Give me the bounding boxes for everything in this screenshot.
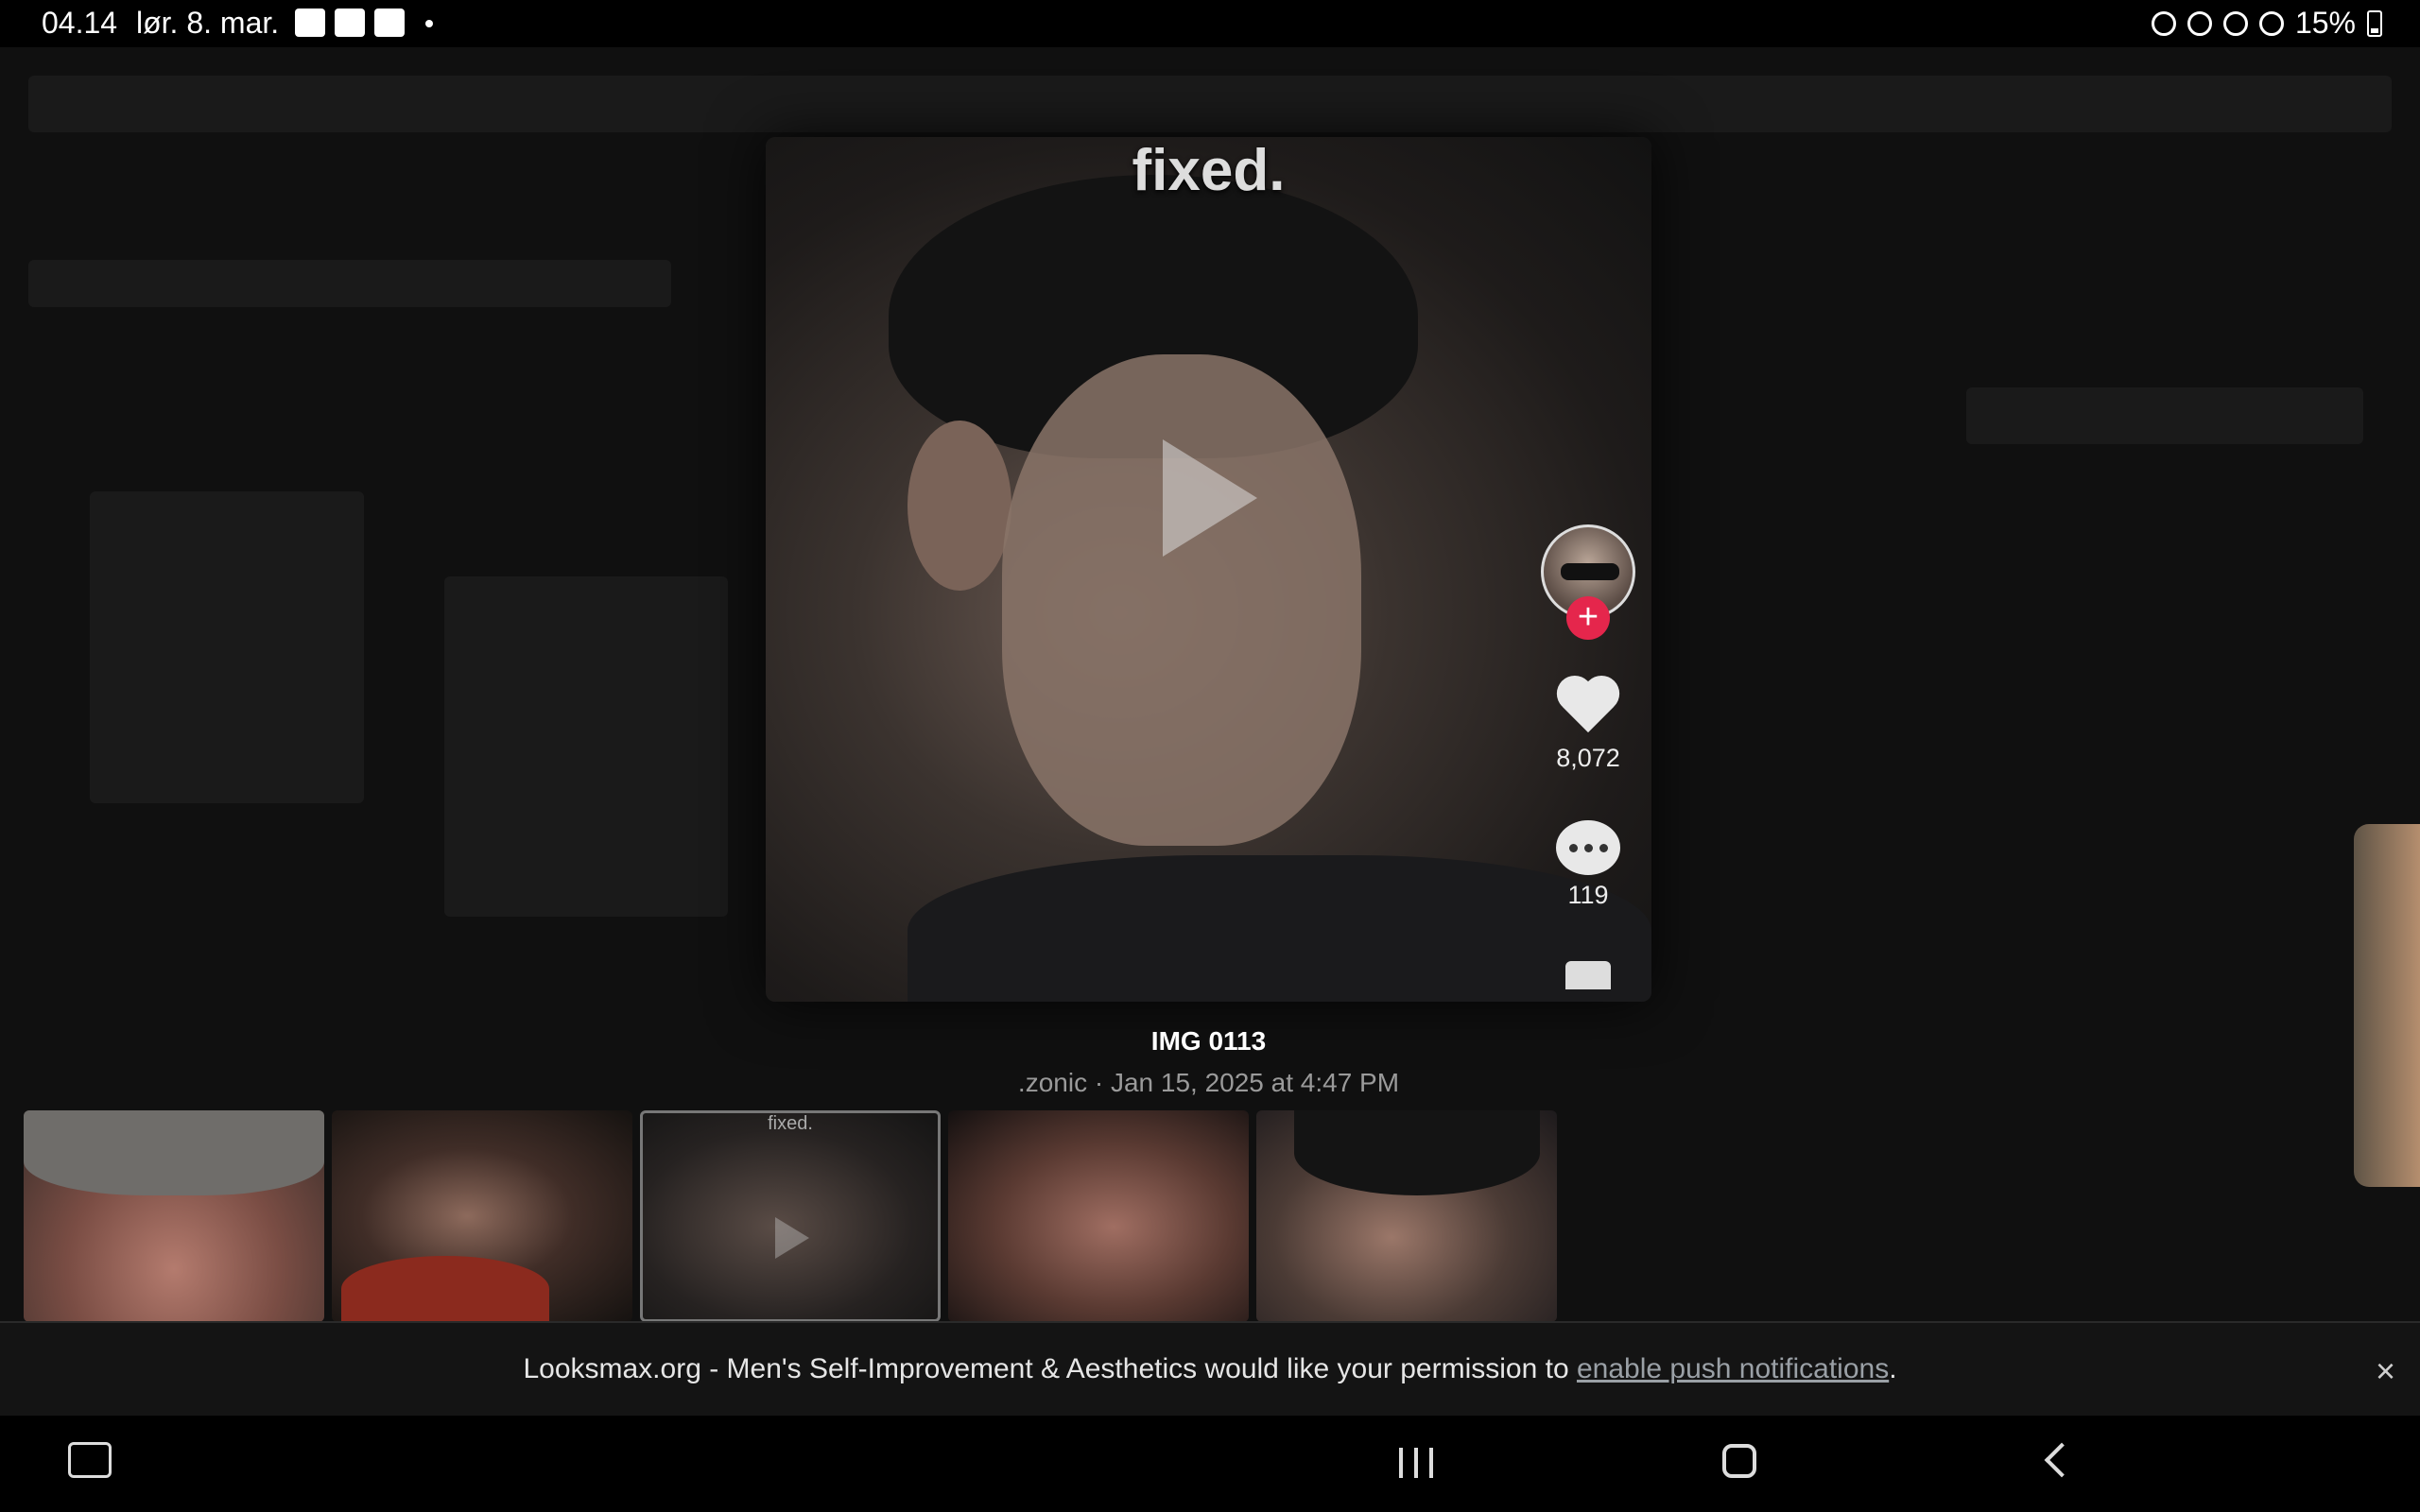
accessibility-icon <box>295 9 325 37</box>
forum-nav-bar <box>28 76 2392 132</box>
calendar-icon <box>335 9 365 37</box>
comment-count: 119 <box>1567 881 1609 909</box>
follow-button[interactable]: + <box>1566 596 1610 640</box>
thread-title-placeholder <box>28 260 671 307</box>
status-right-icons: 15% <box>2151 6 2382 41</box>
keyboard-switch-icon[interactable] <box>68 1442 112 1478</box>
comment-icon[interactable] <box>1556 820 1620 875</box>
mute-icon <box>2222 10 2248 36</box>
next-media-peek[interactable] <box>2354 824 2420 1187</box>
video-frame-face <box>1002 354 1361 846</box>
battery-icon <box>2367 9 2382 37</box>
push-notification-banner: Looksmax.org - Men's Self-Improvement & … <box>0 1321 2420 1418</box>
thumbnail-3-active[interactable]: fixed. <box>640 1110 941 1322</box>
thumbnail-5[interactable] <box>1256 1110 1557 1322</box>
more-notifications-dot <box>425 20 433 27</box>
like-count: 8,072 <box>1556 744 1620 772</box>
thread-actions <box>1966 387 2363 444</box>
user-info-card <box>90 491 364 803</box>
thumbnail-4[interactable] <box>948 1110 1249 1322</box>
banner-suffix: . <box>1889 1353 1897 1384</box>
close-icon[interactable]: × <box>2376 1351 2395 1391</box>
navigation-bar <box>0 1416 2420 1512</box>
home-icon[interactable] <box>1722 1444 1756 1478</box>
video-frame-ear <box>908 421 1011 591</box>
status-left-icons <box>295 9 433 37</box>
media-title: IMG 0113 <box>1150 1026 1267 1056</box>
thumbnail-2[interactable] <box>332 1110 632 1322</box>
wifi-icon <box>2258 10 2284 36</box>
status-bar: 04.14 lør. 8. mar. 15% <box>0 0 2420 47</box>
media-meta: .zonic · Jan 15, 2025 at 4:47 PM <box>1017 1068 1400 1097</box>
enable-push-notifications-link[interactable]: enable push notifications <box>1577 1353 1889 1384</box>
bookmark-icon[interactable] <box>1565 961 1611 989</box>
battery-percent: 15% <box>2294 6 2356 40</box>
thumbnail-1[interactable] <box>24 1110 324 1322</box>
back-icon[interactable] <box>2044 1442 2080 1478</box>
video-caption: fixed. <box>1132 138 1286 203</box>
video-viewer[interactable]: fixed. + 8,072 119 <box>766 137 1651 1002</box>
image-icon <box>374 9 405 37</box>
play-icon <box>775 1217 809 1259</box>
alarm-icon <box>2151 10 2176 36</box>
status-date: lør. 8. mar. <box>136 6 280 40</box>
thumbnail-caption: fixed. <box>768 1113 813 1134</box>
post-image-placeholder <box>444 576 728 917</box>
video-side-actions: + 8,072 119 <box>1536 524 1640 989</box>
status-time: 04.14 <box>42 6 118 40</box>
thumbnail-strip: fixed. <box>24 1110 1557 1322</box>
play-icon[interactable] <box>1163 439 1257 557</box>
banner-text: Looksmax.org - Men's Self-Improvement & … <box>0 1353 2420 1385</box>
banner-message: Looksmax.org - Men's Self-Improvement & … <box>523 1353 1577 1384</box>
recents-icon[interactable] <box>1399 1448 1433 1478</box>
bluetooth-icon <box>2187 10 2212 36</box>
heart-icon[interactable] <box>1555 678 1621 738</box>
